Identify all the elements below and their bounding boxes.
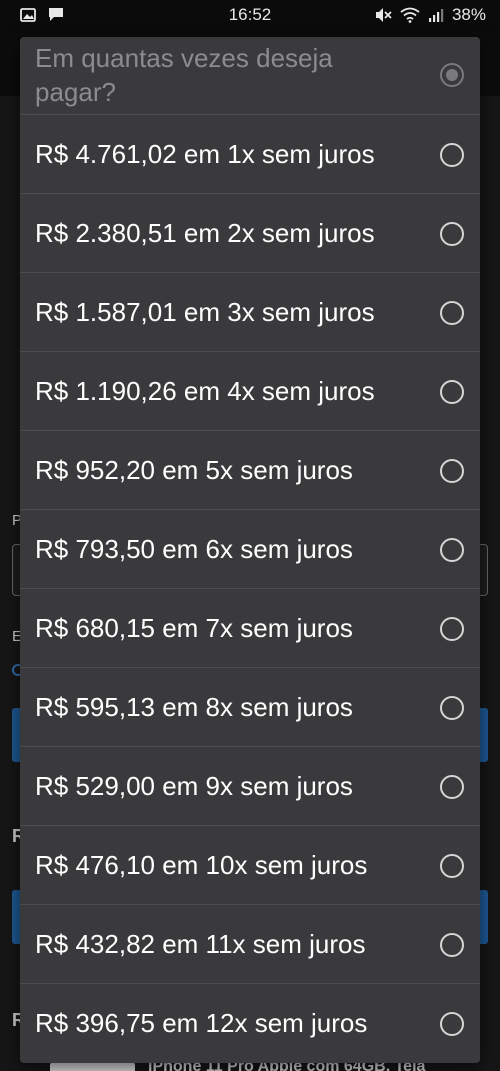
product-thumbnail <box>50 1062 135 1071</box>
dialog-title: Em quantas vezes deseja pagar? <box>35 43 333 107</box>
option-label: R$ 2.380,51 em 2x sem juros <box>35 218 375 248</box>
option-label: R$ 432,82 em 11x sem juros <box>35 929 366 959</box>
mute-icon <box>375 8 392 22</box>
radio-unselected-icon[interactable] <box>440 380 464 404</box>
radio-unselected-icon[interactable] <box>440 696 464 720</box>
radio-unselected-icon[interactable] <box>440 459 464 483</box>
radio-selected-icon <box>440 63 464 87</box>
installment-option[interactable]: R$ 432,82 em 11x sem juros <box>20 905 480 984</box>
radio-unselected-icon[interactable] <box>440 222 464 246</box>
installments-dialog: Em quantas vezes deseja pagar? R$ 4.761,… <box>20 37 480 1063</box>
option-label: R$ 1.190,26 em 4x sem juros <box>35 376 375 406</box>
installment-option[interactable]: R$ 396,75 em 12x sem juros <box>20 984 480 1063</box>
battery-percent: 38% <box>451 5 486 24</box>
radio-unselected-icon[interactable] <box>440 301 464 325</box>
installment-option[interactable]: R$ 952,20 em 5x sem juros <box>20 431 480 510</box>
option-label: R$ 952,20 em 5x sem juros <box>35 455 353 485</box>
radio-unselected-icon[interactable] <box>440 538 464 562</box>
status-bar: 16:52 38% <box>0 0 500 32</box>
option-label: R$ 476,10 em 10x sem juros <box>35 850 368 880</box>
installment-option[interactable]: R$ 529,00 em 9x sem juros <box>20 747 480 826</box>
radio-unselected-icon[interactable] <box>440 933 464 957</box>
installment-option[interactable]: R$ 4.761,02 em 1x sem juros <box>20 115 480 194</box>
signal-icon <box>428 9 444 22</box>
dialog-header: Em quantas vezes deseja pagar? <box>20 37 480 115</box>
option-label: R$ 680,15 em 7x sem juros <box>35 613 353 643</box>
system-icons: 38% <box>374 5 486 25</box>
installment-option[interactable]: R$ 680,15 em 7x sem juros <box>20 589 480 668</box>
option-label: R$ 1.587,01 em 3x sem juros <box>35 297 375 327</box>
installment-option[interactable]: R$ 1.190,26 em 4x sem juros <box>20 352 480 431</box>
installment-option[interactable]: R$ 595,13 em 8x sem juros <box>20 668 480 747</box>
option-label: R$ 529,00 em 9x sem juros <box>35 771 353 801</box>
option-label: R$ 396,75 em 12x sem juros <box>35 1008 368 1038</box>
installment-option[interactable]: R$ 1.587,01 em 3x sem juros <box>20 273 480 352</box>
radio-unselected-icon[interactable] <box>440 775 464 799</box>
option-label: R$ 4.761,02 em 1x sem juros <box>35 139 375 169</box>
radio-unselected-icon[interactable] <box>440 617 464 641</box>
option-label: R$ 793,50 em 6x sem juros <box>35 534 353 564</box>
installment-option[interactable]: R$ 793,50 em 6x sem juros <box>20 510 480 589</box>
radio-unselected-icon[interactable] <box>440 143 464 167</box>
installment-option[interactable]: R$ 476,10 em 10x sem juros <box>20 826 480 905</box>
option-label: R$ 595,13 em 8x sem juros <box>35 692 353 722</box>
radio-unselected-icon[interactable] <box>440 854 464 878</box>
radio-unselected-icon[interactable] <box>440 1012 464 1036</box>
installment-option[interactable]: R$ 2.380,51 em 2x sem juros <box>20 194 480 273</box>
wifi-icon <box>400 7 420 23</box>
